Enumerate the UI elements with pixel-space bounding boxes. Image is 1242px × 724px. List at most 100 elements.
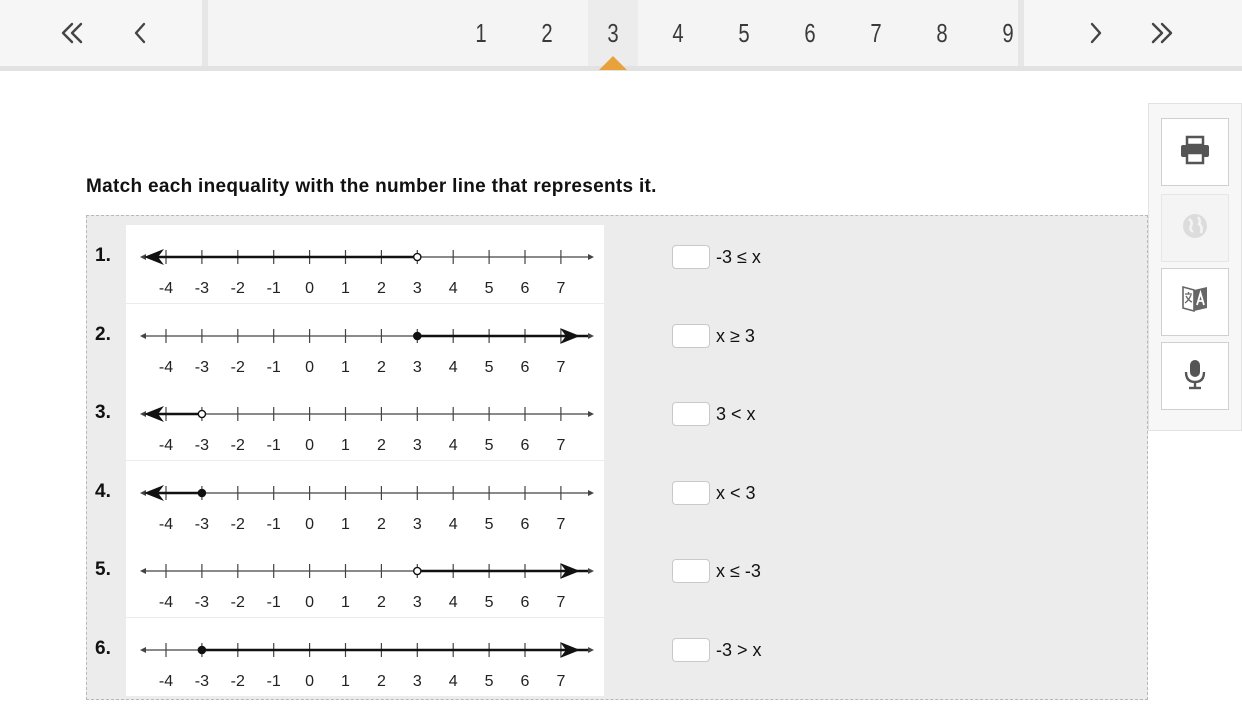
previous-page-button[interactable] xyxy=(120,0,160,66)
tick-label: 4 xyxy=(449,359,458,376)
tick-label: 7 xyxy=(556,280,565,297)
tick-label: 3 xyxy=(413,437,422,454)
tick-label: 4 xyxy=(449,516,458,533)
inequality-label: x ≤ -3 xyxy=(716,560,761,581)
tick-label: 2 xyxy=(377,359,386,376)
open-endpoint xyxy=(412,566,422,576)
tick-label: -4 xyxy=(159,673,173,690)
tick-label: 0 xyxy=(305,673,314,690)
tick-label: 2 xyxy=(377,594,386,611)
tick-label: 6 xyxy=(521,594,530,611)
globe-button[interactable] xyxy=(1161,194,1229,262)
answer-input[interactable] xyxy=(672,559,710,583)
open-endpoint xyxy=(197,409,207,419)
tick-label: 6 xyxy=(521,437,530,454)
globe-icon xyxy=(1181,212,1209,245)
answer-input[interactable] xyxy=(672,402,710,426)
inequality-label: x ≥ 3 xyxy=(716,325,755,346)
tick-label: -4 xyxy=(159,359,173,376)
tick-label: 7 xyxy=(556,516,565,533)
row-number: 5. xyxy=(95,559,111,580)
tick-label: 2 xyxy=(377,280,386,297)
axis-arrow-left xyxy=(140,647,146,653)
axis-arrow-right xyxy=(588,333,594,339)
tick-label: 1 xyxy=(341,280,350,297)
match-row: 1. -4 -3 -2 -1 0 1 2 3 4 5 6 7 -3 ≤ x xyxy=(87,219,1147,303)
tick-label: 4 xyxy=(449,280,458,297)
answer-input[interactable] xyxy=(672,638,710,662)
tick-label: 2 xyxy=(377,673,386,690)
row-number: 1. xyxy=(95,245,111,266)
axis-arrow-right xyxy=(588,490,594,496)
tick-label: 6 xyxy=(521,359,530,376)
match-row: 6. -4 -3 -2 -1 0 1 2 3 4 5 6 7 -3 > x xyxy=(87,612,1147,696)
row-number: 2. xyxy=(95,324,111,345)
number-line-graph: -4 -3 -2 -1 0 1 2 3 4 5 6 7 xyxy=(126,225,604,303)
print-button[interactable] xyxy=(1161,118,1229,186)
first-page-button[interactable] xyxy=(52,0,92,66)
tick-label: 3 xyxy=(413,280,422,297)
translate-button[interactable] xyxy=(1161,268,1229,336)
microphone-icon xyxy=(1183,358,1207,395)
tick-label: -3 xyxy=(195,437,209,454)
number-line-graph: -4 -3 -2 -1 0 1 2 3 4 5 6 7 xyxy=(126,539,604,617)
answer-input[interactable] xyxy=(672,324,710,348)
closed-endpoint xyxy=(197,488,207,498)
axis-arrow-right xyxy=(588,411,594,417)
double-chevron-left-icon xyxy=(59,20,85,46)
last-page-button[interactable] xyxy=(1142,0,1182,66)
tick-label: -1 xyxy=(267,280,281,297)
tick-label: 6 xyxy=(521,673,530,690)
page-6-button[interactable]: 6 xyxy=(785,0,835,66)
number-line-graph: -4 -3 -2 -1 0 1 2 3 4 5 6 7 xyxy=(126,461,604,539)
tick-label: 4 xyxy=(449,437,458,454)
text-to-speech-button[interactable] xyxy=(1161,342,1229,410)
tick-label: 1 xyxy=(341,437,350,454)
tick-label: -4 xyxy=(159,516,173,533)
tick-label: -1 xyxy=(267,516,281,533)
page-4-button[interactable]: 4 xyxy=(653,0,703,66)
inequality-label: -3 ≤ x xyxy=(716,246,761,267)
tick-label: -3 xyxy=(195,280,209,297)
tick-label: 5 xyxy=(485,673,494,690)
tick-label: 3 xyxy=(413,594,422,611)
next-page-button[interactable] xyxy=(1076,0,1116,66)
match-row: 3. -4 -3 -2 -1 0 1 2 3 4 5 6 7 3 < x xyxy=(87,376,1147,460)
tick-label: 1 xyxy=(341,594,350,611)
axis-arrow-left xyxy=(140,568,146,574)
tick-label: 3 xyxy=(413,516,422,533)
tick-label: 3 xyxy=(413,673,422,690)
page-2-button[interactable]: 2 xyxy=(522,0,572,66)
tick-label: 7 xyxy=(556,594,565,611)
tick-label: 1 xyxy=(341,516,350,533)
answer-input[interactable] xyxy=(672,245,710,269)
chevron-right-icon xyxy=(1086,20,1106,46)
page-5-button[interactable]: 5 xyxy=(719,0,769,66)
tick-label: 7 xyxy=(556,437,565,454)
tick-label: -4 xyxy=(159,280,173,297)
page-7-button[interactable]: 7 xyxy=(851,0,901,66)
row-number: 6. xyxy=(95,638,111,659)
tick-label: 0 xyxy=(305,594,314,611)
tick-label: -2 xyxy=(231,516,245,533)
match-row: 4. -4 -3 -2 -1 0 1 2 3 4 5 6 7 x < 3 xyxy=(87,455,1147,539)
tick-label: 5 xyxy=(485,594,494,611)
tick-label: 1 xyxy=(341,673,350,690)
question-instruction: Match each inequality with the number li… xyxy=(86,176,657,197)
answer-input[interactable] xyxy=(672,481,710,505)
tick-label: 4 xyxy=(449,594,458,611)
tick-label: 2 xyxy=(377,516,386,533)
tick-label: 5 xyxy=(485,280,494,297)
tick-label: 0 xyxy=(305,280,314,297)
inequality-label: 3 < x xyxy=(716,403,756,424)
number-line-graph: -4 -3 -2 -1 0 1 2 3 4 5 6 7 xyxy=(126,304,604,382)
match-row: 2. -4 -3 -2 -1 0 1 2 3 4 5 6 7 x ≥ 3 xyxy=(87,298,1147,382)
inequality-label: x < 3 xyxy=(716,482,756,503)
page-1-button[interactable]: 1 xyxy=(456,0,506,66)
tick-label: -2 xyxy=(231,359,245,376)
page-8-button[interactable]: 8 xyxy=(917,0,967,66)
nav-left-group xyxy=(0,0,208,66)
tick-label: 6 xyxy=(521,516,530,533)
nav-right-group xyxy=(1018,0,1242,66)
tick-label: -1 xyxy=(267,359,281,376)
